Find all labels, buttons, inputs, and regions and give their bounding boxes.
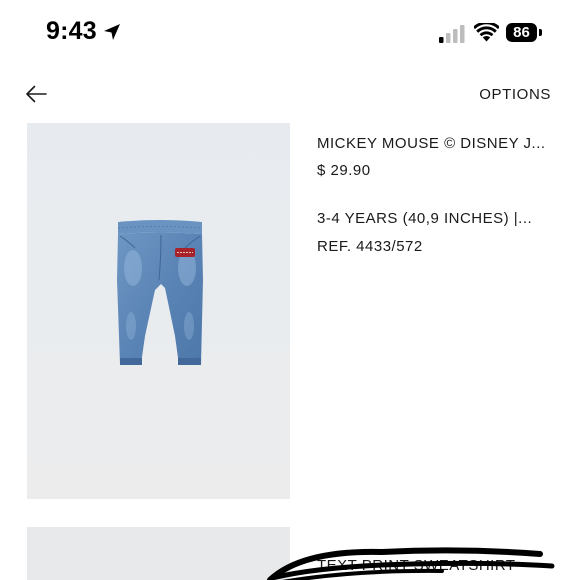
jeans-product-photo (117, 220, 203, 365)
status-bar: 9:43 86 (0, 0, 580, 62)
wifi-icon (474, 23, 499, 42)
cellular-signal-icon (439, 25, 465, 43)
options-button[interactable]: OPTIONS (479, 86, 551, 103)
product-image[interactable] (27, 123, 290, 499)
product-info: MICKEY MOUSE © DISNEY J... $ 29.90 3-4 Y… (317, 134, 557, 257)
status-time: 9:43 (46, 17, 97, 45)
product-screen: 9:43 86 OPTIONS MICKEY MOUSE © DISNEY J.… (0, 0, 580, 580)
location-arrow-icon (104, 24, 120, 40)
product-reference: REF. 4433/572 (317, 238, 423, 255)
product-size[interactable]: 3-4 YEARS (40,9 INCHES) |... (317, 209, 557, 229)
battery-cap (539, 29, 542, 36)
product-name[interactable]: MICKEY MOUSE © DISNEY J... (317, 134, 557, 154)
product-image[interactable] (27, 527, 290, 580)
arrow-left-icon (26, 85, 47, 103)
back-button[interactable] (22, 80, 50, 108)
redaction-scribble (267, 547, 555, 580)
battery-indicator: 86 (506, 23, 542, 42)
battery-level: 86 (513, 24, 530, 41)
product-price: $ 29.90 (317, 162, 371, 179)
